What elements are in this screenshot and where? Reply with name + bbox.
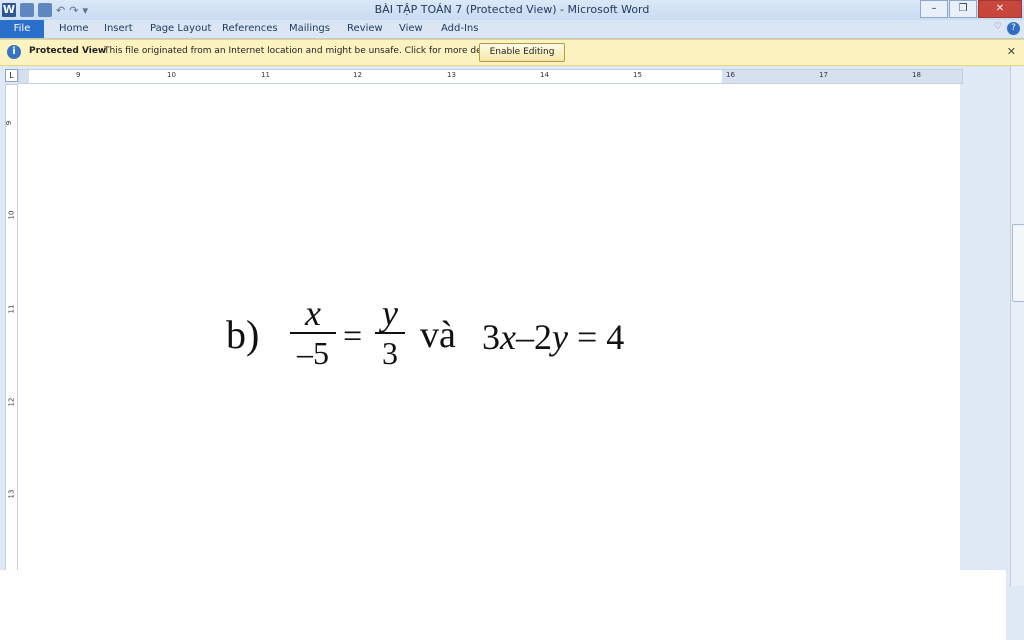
tab-page-layout[interactable]: Page Layout xyxy=(150,20,211,38)
tab-add-ins[interactable]: Add-Ins xyxy=(441,20,478,38)
tab-insert[interactable]: Insert xyxy=(104,20,133,38)
protected-view-label: Protected View xyxy=(29,46,107,56)
ruler-number: 9 xyxy=(5,120,14,126)
tab-file[interactable]: File xyxy=(0,20,44,38)
ruler-number: 11 xyxy=(7,304,16,314)
protected-view-bar: i Protected View This file originated fr… xyxy=(0,39,1024,66)
tab-selector[interactable]: L xyxy=(5,69,18,82)
ruler-number: 11 xyxy=(261,71,270,79)
equation-right-side: = 4 xyxy=(576,317,625,357)
equals-sign: = xyxy=(343,318,363,355)
ruler-margin-left xyxy=(19,70,29,83)
tab-review[interactable]: Review xyxy=(347,20,383,38)
linear-equation: 3x–2y = 4 xyxy=(482,316,624,358)
ruler-number: 16 xyxy=(726,71,735,79)
tab-home[interactable]: Home xyxy=(59,20,89,38)
coefficient: 2 xyxy=(533,317,552,357)
enable-editing-button[interactable]: Enable Editing xyxy=(479,43,565,62)
coefficient: 3 xyxy=(482,317,500,357)
fraction-x-over-minus5: x –5 xyxy=(290,294,336,372)
tab-references[interactable]: References xyxy=(222,20,278,38)
ruler-number: 12 xyxy=(353,71,362,79)
ruler-number: 10 xyxy=(167,71,176,79)
ribbon-tab-bar: Home Insert Page Layout References Maili… xyxy=(0,20,1024,39)
tab-mailings[interactable]: Mailings xyxy=(289,20,330,38)
window-title: BÀI TẬP TOÁN 7 (Protected View) - Micros… xyxy=(374,3,650,16)
close-message-bar-icon[interactable]: ✕ xyxy=(1007,45,1016,58)
ruler-number: 17 xyxy=(819,71,828,79)
vertical-ruler[interactable]: 9 10 11 12 13 xyxy=(5,84,18,572)
ruler-number: 14 xyxy=(540,71,549,79)
close-button[interactable]: ✕ xyxy=(978,0,1022,18)
variable: y xyxy=(551,317,568,357)
horizontal-ruler[interactable]: 9 10 11 12 13 14 15 16 17 18 xyxy=(18,69,963,84)
ruler-number: 12 xyxy=(7,397,16,407)
tab-view[interactable]: View xyxy=(399,20,423,38)
ruler-margin-right xyxy=(722,70,962,83)
ruler-number: 13 xyxy=(447,71,456,79)
window-controls: – ❐ ✕ xyxy=(919,0,1022,18)
fraction-y-over-3: y 3 xyxy=(375,294,405,372)
restore-button[interactable]: ❐ xyxy=(949,0,977,18)
ruler-number: 9 xyxy=(76,71,81,79)
fraction-denominator: 3 xyxy=(382,334,398,371)
ruler-number: 13 xyxy=(7,489,16,499)
fraction-numerator: x xyxy=(305,293,321,333)
conjunction-text: và xyxy=(420,314,456,356)
fraction-denominator: –5 xyxy=(297,334,329,371)
variable: x xyxy=(500,317,516,357)
help-icon[interactable]: ? xyxy=(1007,22,1020,35)
page-gutter xyxy=(960,84,1006,570)
vertical-scrollbar[interactable] xyxy=(1010,66,1024,586)
scrollbar-thumb[interactable] xyxy=(1012,224,1024,302)
lower-blank-area xyxy=(0,570,1006,640)
ruler-number: 15 xyxy=(633,71,642,79)
minimize-button[interactable]: – xyxy=(920,0,948,18)
info-icon: i xyxy=(7,45,21,59)
ruler-number: 18 xyxy=(912,71,921,79)
protected-view-message[interactable]: This file originated from an Internet lo… xyxy=(104,46,503,56)
ruler-number: 10 xyxy=(7,210,16,220)
fraction-numerator: y xyxy=(382,293,398,333)
title-bar: W ↶ ↷ ▾ BÀI TẬP TOÁN 7 (Protected View) … xyxy=(0,0,1024,21)
exercise-label: b) xyxy=(226,312,260,357)
ribbon-minimize-icon[interactable]: ♡ xyxy=(994,22,1002,32)
minus-sign: – xyxy=(515,317,534,357)
